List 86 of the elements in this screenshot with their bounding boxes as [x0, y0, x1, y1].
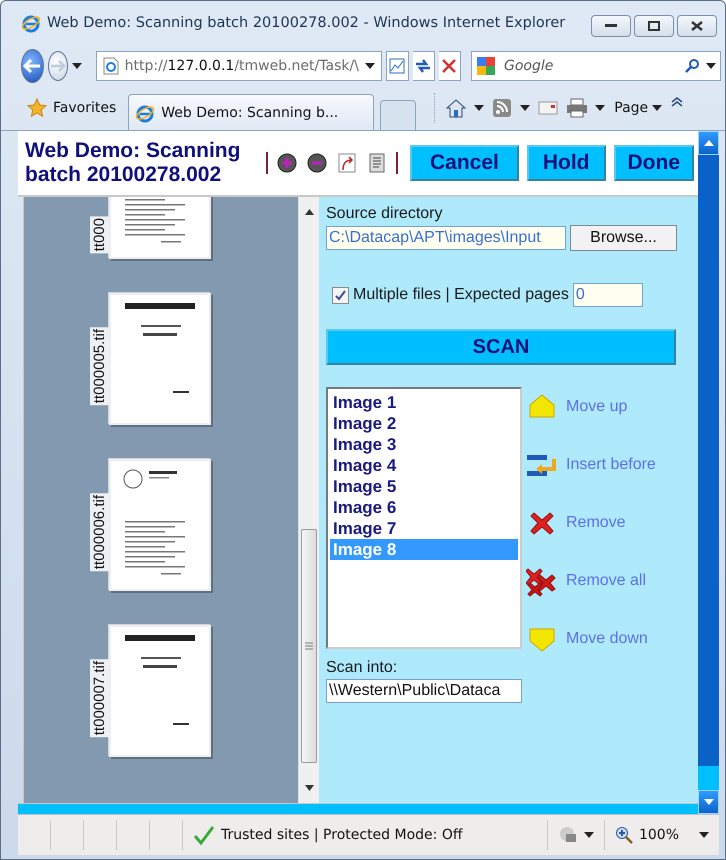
page-title: Web Demo: Scanning batch 20100278.002 — [25, 139, 242, 188]
zoom-icon — [614, 826, 633, 844]
stop-icon — [442, 58, 456, 73]
list-item[interactable]: Image 1 — [330, 392, 518, 414]
browse-button[interactable]: Browse... — [570, 225, 677, 252]
close-button[interactable] — [677, 15, 717, 37]
scroll-thumb[interactable] — [301, 529, 317, 764]
chart-page-icon — [388, 56, 406, 75]
search-icon[interactable] — [684, 58, 700, 74]
zoom-button[interactable]: 100% — [604, 820, 719, 850]
check-icon — [193, 824, 215, 846]
scroll-down-button[interactable] — [698, 790, 719, 814]
security-zone: Trusted sites | Protected Mode: Off — [221, 827, 462, 844]
image-list[interactable]: Image 1 Image 2 Image 3 Image 4 Image 5 Image 6 Image 7 Image 8 — [326, 387, 522, 650]
source-directory-field[interactable]: C:\Datacap\APT\images\Input — [326, 226, 566, 250]
list-item[interactable]: Image 5 — [330, 476, 518, 498]
expected-pages-field[interactable]: 0 — [572, 283, 643, 308]
list-item[interactable]: Image 3 — [330, 434, 518, 456]
back-arrow-icon — [23, 58, 42, 73]
favorites-button[interactable]: Favorites — [21, 90, 122, 126]
scroll-down-icon[interactable] — [304, 785, 314, 792]
caret-icon[interactable] — [520, 105, 530, 112]
star-icon — [27, 98, 47, 118]
maximize-icon — [648, 21, 660, 31]
list-item[interactable]: Image 2 — [330, 413, 518, 434]
check-icon — [335, 290, 346, 301]
compatibility-button[interactable] — [386, 50, 408, 81]
caret-icon[interactable] — [706, 62, 716, 69]
scrollbar[interactable] — [298, 197, 319, 804]
chevron-icon[interactable] — [671, 97, 684, 108]
caret-icon[interactable] — [72, 62, 82, 69]
list-item[interactable]: Image 6 — [330, 497, 518, 518]
scan-button[interactable]: SCAN — [326, 329, 676, 366]
minimize-button[interactable] — [591, 15, 631, 37]
printer-icon[interactable] — [566, 98, 588, 118]
scroll-thumb[interactable] — [698, 766, 719, 790]
checkbox-label: Multiple files | Expected pages — [353, 286, 569, 304]
zoom-out-icon[interactable] — [306, 152, 328, 174]
zoom-in-icon[interactable] — [276, 152, 298, 174]
address-field[interactable]: http://127.0.0.1/tmweb.net/Task/\ — [96, 50, 382, 81]
caret-icon — [584, 832, 594, 838]
caret-icon — [652, 105, 662, 112]
checkbox[interactable] — [332, 286, 349, 304]
refresh-icon — [414, 58, 432, 74]
list-item[interactable]: Image 4 — [330, 455, 518, 476]
field-label: Scan into: — [326, 659, 398, 678]
thumbnail-label: tt000 — [90, 216, 109, 254]
scroll-up-icon — [704, 140, 714, 146]
scroll-down-icon — [704, 799, 714, 806]
action-button[interactable]: Done — [614, 145, 694, 182]
scroll-up-icon[interactable] — [304, 209, 314, 216]
search-field[interactable]: Google — [471, 50, 721, 81]
caret-icon — [699, 832, 709, 838]
forward-arrow-icon — [50, 60, 66, 72]
back-button[interactable] — [21, 48, 44, 83]
page-icon — [102, 56, 119, 75]
forward-button[interactable] — [48, 50, 68, 81]
list-item[interactable]: Image 7 — [330, 518, 518, 540]
rotate-page-icon[interactable] — [336, 152, 358, 174]
search-provider-icon — [476, 56, 496, 76]
browser-icon — [21, 12, 41, 33]
minimize-icon — [605, 24, 617, 28]
page-menu[interactable]: Page — [612, 100, 664, 116]
grip-icon — [305, 642, 313, 650]
caret-icon[interactable] — [595, 105, 606, 112]
window-title: Web Demo: Scanning batch 20100278.002 - Windows Internet Explorer — [47, 14, 566, 31]
scroll-up-button[interactable] — [698, 131, 719, 156]
close-icon — [691, 21, 703, 31]
maximize-button[interactable] — [634, 15, 674, 37]
refresh-button[interactable] — [412, 50, 435, 81]
field-label: Source directory — [326, 205, 444, 224]
page-scrollbar[interactable] — [698, 131, 719, 814]
thumbnail-label: tt000006.tif — [90, 493, 109, 572]
home-icon[interactable] — [445, 98, 468, 118]
browser-icon — [135, 102, 156, 123]
stop-button[interactable] — [438, 50, 461, 81]
feed-icon[interactable] — [491, 98, 514, 118]
scan-into-field[interactable]: \\Western\Public\Dataca — [326, 679, 522, 704]
action-button[interactable]: Hold — [526, 145, 606, 182]
thumbnail-label: tt000005.tif — [90, 327, 109, 406]
url-text: http://127.0.0.1/tmweb.net/Task/\ — [124, 58, 359, 74]
browser-tab[interactable]: Web Demo: Scanning b... — [128, 94, 374, 130]
action-button[interactable]: Cancel — [410, 145, 519, 182]
thumbnail-label: tt000007.tif — [90, 659, 109, 738]
caret-icon[interactable] — [364, 62, 375, 69]
caret-icon[interactable] — [474, 105, 484, 112]
